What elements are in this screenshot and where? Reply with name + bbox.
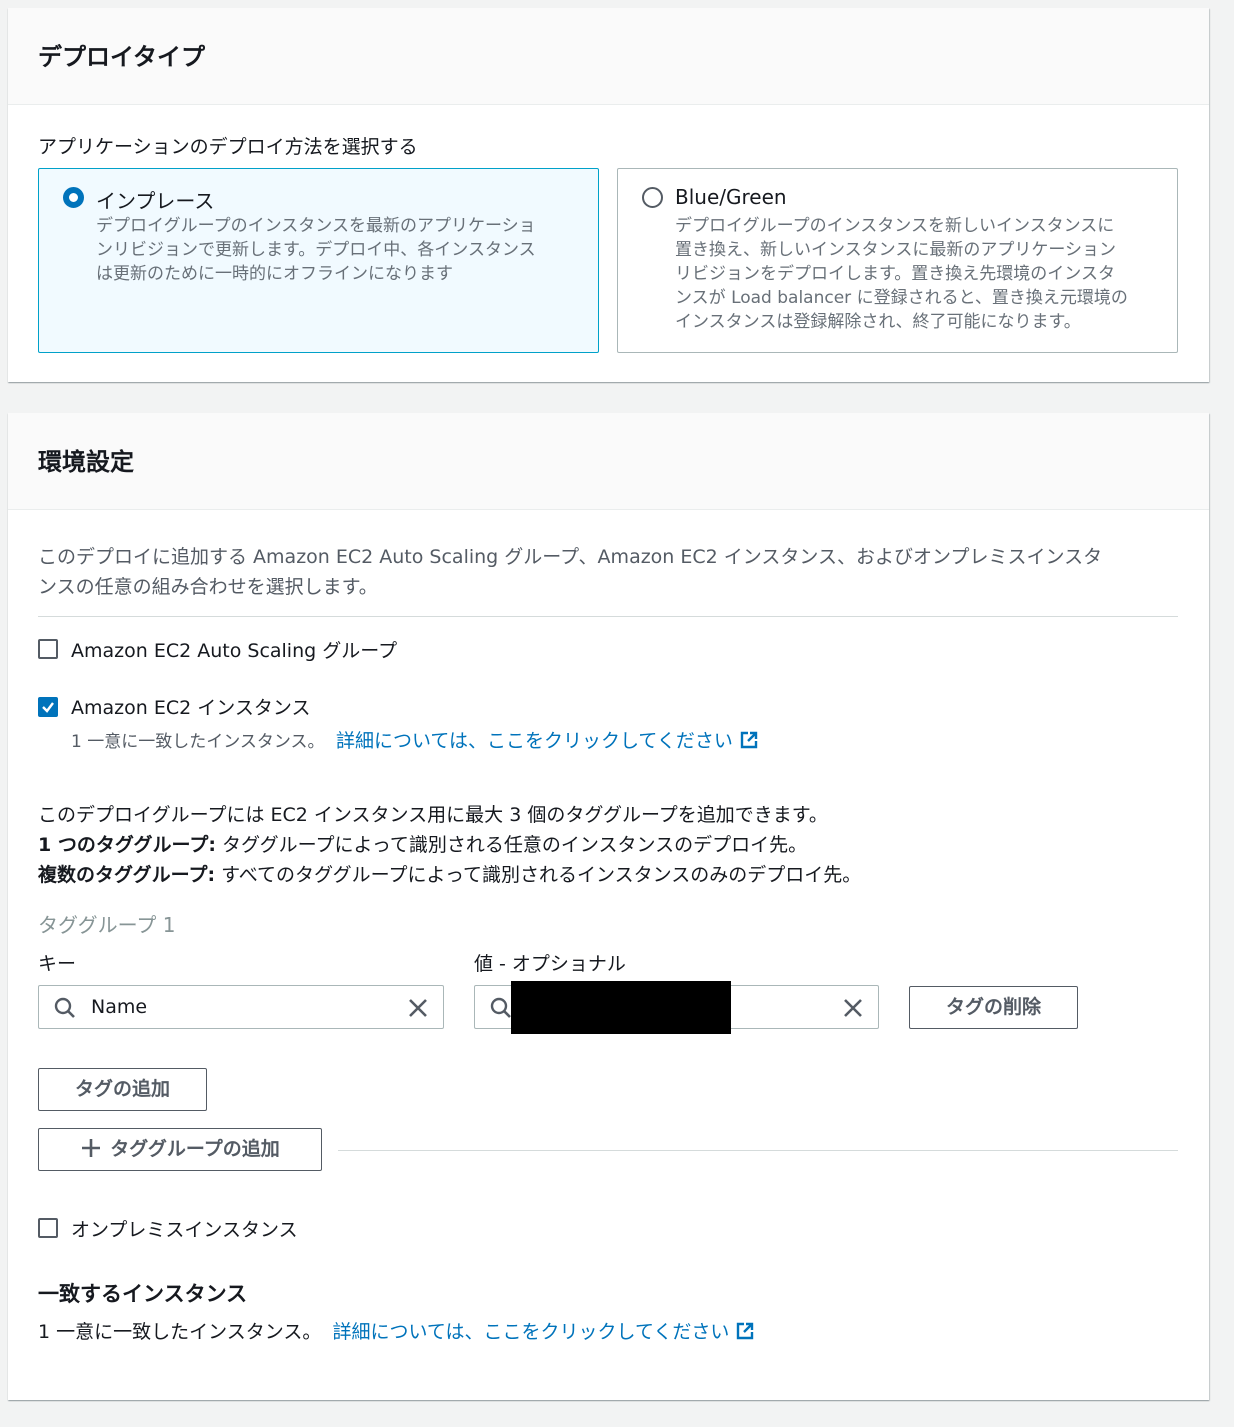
ec2-learn-more-link[interactable]: 詳細については、ここをクリックしてください bbox=[336, 730, 733, 752]
matching-text: 1 一意に一致したインスタンス。 bbox=[38, 1321, 322, 1343]
remove-tag-button[interactable]: タグの削除 bbox=[909, 986, 1078, 1029]
deploy-type-title: デプロイタイプ bbox=[38, 43, 206, 71]
deploy-type-header: デプロイタイプ bbox=[8, 8, 1209, 105]
option-description: デプロイグループのインスタンスを新しいインスタンスに 置き換え、新しいインスタン… bbox=[675, 216, 1128, 332]
matching-learn-more-link[interactable]: 詳細については、ここをクリックしてください bbox=[332, 1321, 729, 1343]
option-title: インプレース bbox=[96, 189, 215, 213]
external-link-icon bbox=[737, 1322, 754, 1340]
environment-description: このデプロイに追加する Amazon EC2 Auto Scaling グループ… bbox=[38, 546, 1103, 598]
add-tag-button[interactable]: タグの追加 bbox=[38, 1068, 207, 1111]
ec2-match-info: 1 一意に一致したインスタンス。 詳細については、ここをクリックしてください bbox=[71, 726, 759, 753]
radio-bluegreen[interactable] bbox=[642, 187, 663, 208]
deploy-option-inplace[interactable]: インプレース デプロイグループのインスタンスを最新のアプリケーショ ンリビジョン… bbox=[38, 168, 599, 353]
key-value: Name bbox=[91, 996, 148, 1018]
check-icon bbox=[42, 702, 54, 713]
option-description: デプロイグループのインスタンスを最新のアプリケーショ ンリビジョンで更新します。… bbox=[96, 216, 536, 284]
environment-header: 環境設定 bbox=[8, 413, 1209, 510]
ec2-label: Amazon EC2 インスタンス bbox=[71, 697, 311, 719]
deploy-method-label: アプリケーションのデプロイ方法を選択する bbox=[38, 136, 418, 158]
radio-inplace[interactable] bbox=[63, 187, 84, 208]
redaction-box bbox=[511, 981, 731, 1034]
external-link-icon bbox=[740, 731, 758, 749]
onprem-label: オンプレミスインスタンス bbox=[71, 1219, 298, 1241]
deploy-type-panel: デプロイタイプ アプリケーションのデプロイ方法を選択する インプレース デプロイ… bbox=[8, 8, 1209, 382]
clear-icon[interactable] bbox=[842, 997, 864, 1019]
key-input[interactable]: Name bbox=[38, 985, 444, 1029]
asg-checkbox[interactable] bbox=[38, 639, 58, 659]
search-icon bbox=[490, 997, 511, 1018]
add-tag-group-button[interactable]: タググループの追加 bbox=[38, 1128, 322, 1171]
environment-panel: 環境設定 このデプロイに追加する Amazon EC2 Auto Scaling… bbox=[8, 413, 1209, 1400]
deploy-option-bluegreen[interactable]: Blue/Green デプロイグループのインスタンスを新しいインスタンスに 置き… bbox=[617, 168, 1178, 353]
ec2-checkbox[interactable] bbox=[38, 697, 58, 717]
tag-group-info: このデプロイグループには EC2 インスタンス用に最大 3 個のタググループを追… bbox=[38, 804, 862, 886]
asg-label: Amazon EC2 Auto Scaling グループ bbox=[71, 640, 398, 662]
plus-icon bbox=[82, 1139, 101, 1157]
divider bbox=[338, 1150, 1178, 1151]
option-title: Blue/Green bbox=[675, 185, 787, 209]
ec2-match-text: 1 一意に一致したインスタンス。 bbox=[71, 732, 325, 752]
key-label: キー bbox=[38, 953, 77, 975]
clear-icon[interactable] bbox=[407, 997, 429, 1019]
onprem-checkbox[interactable] bbox=[38, 1218, 58, 1238]
search-icon bbox=[54, 997, 75, 1018]
matching-info: 1 一意に一致したインスタンス。 詳細については、ここをクリックしてください bbox=[38, 1317, 755, 1344]
divider bbox=[38, 616, 1178, 617]
matching-title: 一致するインスタンス bbox=[38, 1282, 248, 1306]
value-label: 値 - オプショナル bbox=[474, 953, 626, 975]
tag-group-title: タググループ 1 bbox=[38, 913, 176, 937]
environment-title: 環境設定 bbox=[38, 448, 134, 476]
